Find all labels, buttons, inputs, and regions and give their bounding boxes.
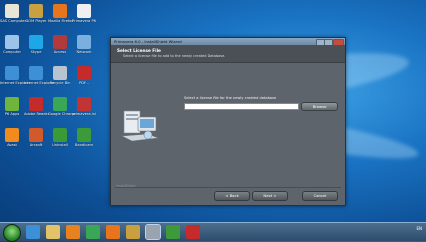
desktop-icon[interactable]: Primavera P6	[72, 4, 96, 23]
start-button[interactable]	[3, 224, 21, 242]
desktop-icon-label: Arcsoft	[29, 143, 43, 147]
desktop-icon-label: Recycle Bin	[49, 81, 71, 85]
desktop-icon[interactable]: Recycle Bin	[48, 66, 72, 85]
desktop-icon[interactable]: Access	[48, 35, 72, 54]
desktop-icon-label: GOM Player	[25, 19, 47, 23]
ie-icon[interactable]	[26, 225, 40, 239]
gom-player-icon	[29, 4, 43, 18]
desktop-icon-label: Primavera P6	[72, 19, 96, 23]
media-player-icon[interactable]	[66, 225, 80, 239]
bandicam-icon[interactable]	[166, 225, 180, 239]
firefox-icon[interactable]	[106, 225, 120, 239]
desktop-icon[interactable]: Computer	[0, 35, 24, 54]
desktop-icon-label: Network	[76, 50, 92, 54]
ie-icon	[5, 66, 19, 80]
taskbar: EN	[0, 222, 426, 242]
installer-icon[interactable]	[145, 224, 161, 240]
system-tray[interactable]: EN	[416, 226, 422, 231]
document-icon	[77, 4, 91, 18]
license-prompt: Select a license file for the newly crea…	[184, 96, 277, 100]
desktop-icon[interactable]: Mozilla Firefox	[48, 4, 74, 23]
adobe-reader-icon	[29, 97, 43, 111]
media-icon	[29, 128, 43, 142]
desktop-icon-label: Computer	[3, 50, 21, 54]
access-icon	[53, 35, 67, 49]
skype-icon	[29, 35, 43, 49]
desktop-icon[interactable]: PDF...	[72, 66, 96, 85]
p6-icon	[5, 97, 19, 111]
desktop-icon[interactable]: Google Chrome	[48, 97, 76, 116]
desktop-icon[interactable]: Uninstall	[48, 128, 72, 147]
explorer-folder-icon[interactable]	[46, 225, 60, 239]
desktop-icon-label: Google Chrome	[48, 112, 76, 116]
language-indicator[interactable]: EN	[416, 226, 422, 231]
desktop-icon-label: Bandicam	[75, 143, 93, 147]
desktop-icon-label: Skype	[30, 50, 42, 54]
desktop-icon-label: Mozilla Firefox	[48, 19, 74, 23]
folder-icon	[5, 4, 19, 18]
desktop-icon[interactable]: Internet Explorer	[0, 66, 31, 85]
recycle-bin-icon	[53, 66, 67, 80]
ie-icon	[29, 66, 43, 80]
green-app-icon	[53, 128, 67, 142]
desktop-icon-label: Access	[53, 50, 67, 54]
desktop-icon-label: SAS Computer...	[0, 19, 30, 23]
next-button[interactable]: Next >	[252, 191, 288, 201]
file-icon	[77, 97, 91, 111]
chrome-icon	[53, 97, 67, 111]
bandicam-icon	[77, 128, 91, 142]
desktop-icon[interactable]: Adobe Reader	[24, 97, 50, 116]
desktop-icon-label: Adobe Reader	[24, 112, 50, 116]
desktop-icon-label: Internet Explorer	[0, 81, 31, 85]
network-icon	[77, 35, 91, 49]
desktop-icon[interactable]: P6 Apps	[0, 97, 24, 116]
back-button[interactable]: < Back	[214, 191, 250, 201]
desktop-icon[interactable]: Arcsoft	[24, 128, 48, 147]
desktop-icon[interactable]: SAS Computer...	[0, 4, 30, 23]
title-bar[interactable]: Primavera 6.0 - InstallShield Wizard	[111, 38, 345, 46]
acrobat-icon[interactable]	[186, 225, 200, 239]
computer-install-icon	[121, 110, 159, 142]
desktop-icon[interactable]: GOM Player	[24, 4, 48, 23]
desktop-icon-label: PDF...	[79, 81, 89, 85]
cancel-button[interactable]: Cancel	[302, 191, 338, 201]
desktop-icon[interactable]: primavera.ini	[72, 97, 96, 116]
chrome-icon[interactable]	[86, 225, 100, 239]
desktop-icon-label: Internet Explorer	[24, 81, 55, 85]
browse-button[interactable]: Browse	[301, 102, 338, 111]
pdf-icon	[77, 66, 91, 80]
desktop-icon[interactable]: Network	[72, 35, 96, 54]
desktop-icon-label: primavera.ini	[72, 112, 96, 116]
wizard-header: Select License File Select a license fil…	[111, 45, 345, 63]
desktop-icon[interactable]: Bandicam	[72, 128, 96, 147]
header-subtitle: Select a license file to add to the newl…	[123, 54, 226, 58]
desktop-icon[interactable]: Internet Explorer	[24, 66, 55, 85]
header-title: Select License File	[117, 48, 161, 53]
firefox-icon	[53, 4, 67, 18]
avast-icon	[5, 128, 19, 142]
installshield-wizard-window: Primavera 6.0 - InstallShield Wizard Sel…	[110, 37, 346, 206]
desktop-icon[interactable]: Skype	[24, 35, 48, 54]
window-title: Primavera 6.0 - InstallShield Wizard	[114, 39, 182, 44]
desktop-icon[interactable]: Avast	[0, 128, 24, 147]
desktop-icon-label: P6 Apps	[4, 112, 20, 116]
footer-divider	[115, 187, 341, 188]
gom-player-icon[interactable]	[126, 225, 140, 239]
desktop-icon-label: Uninstall	[52, 143, 68, 147]
license-path-input[interactable]	[184, 103, 299, 110]
desktop-icon-label: Avast	[7, 143, 17, 147]
computer-icon	[5, 35, 19, 49]
